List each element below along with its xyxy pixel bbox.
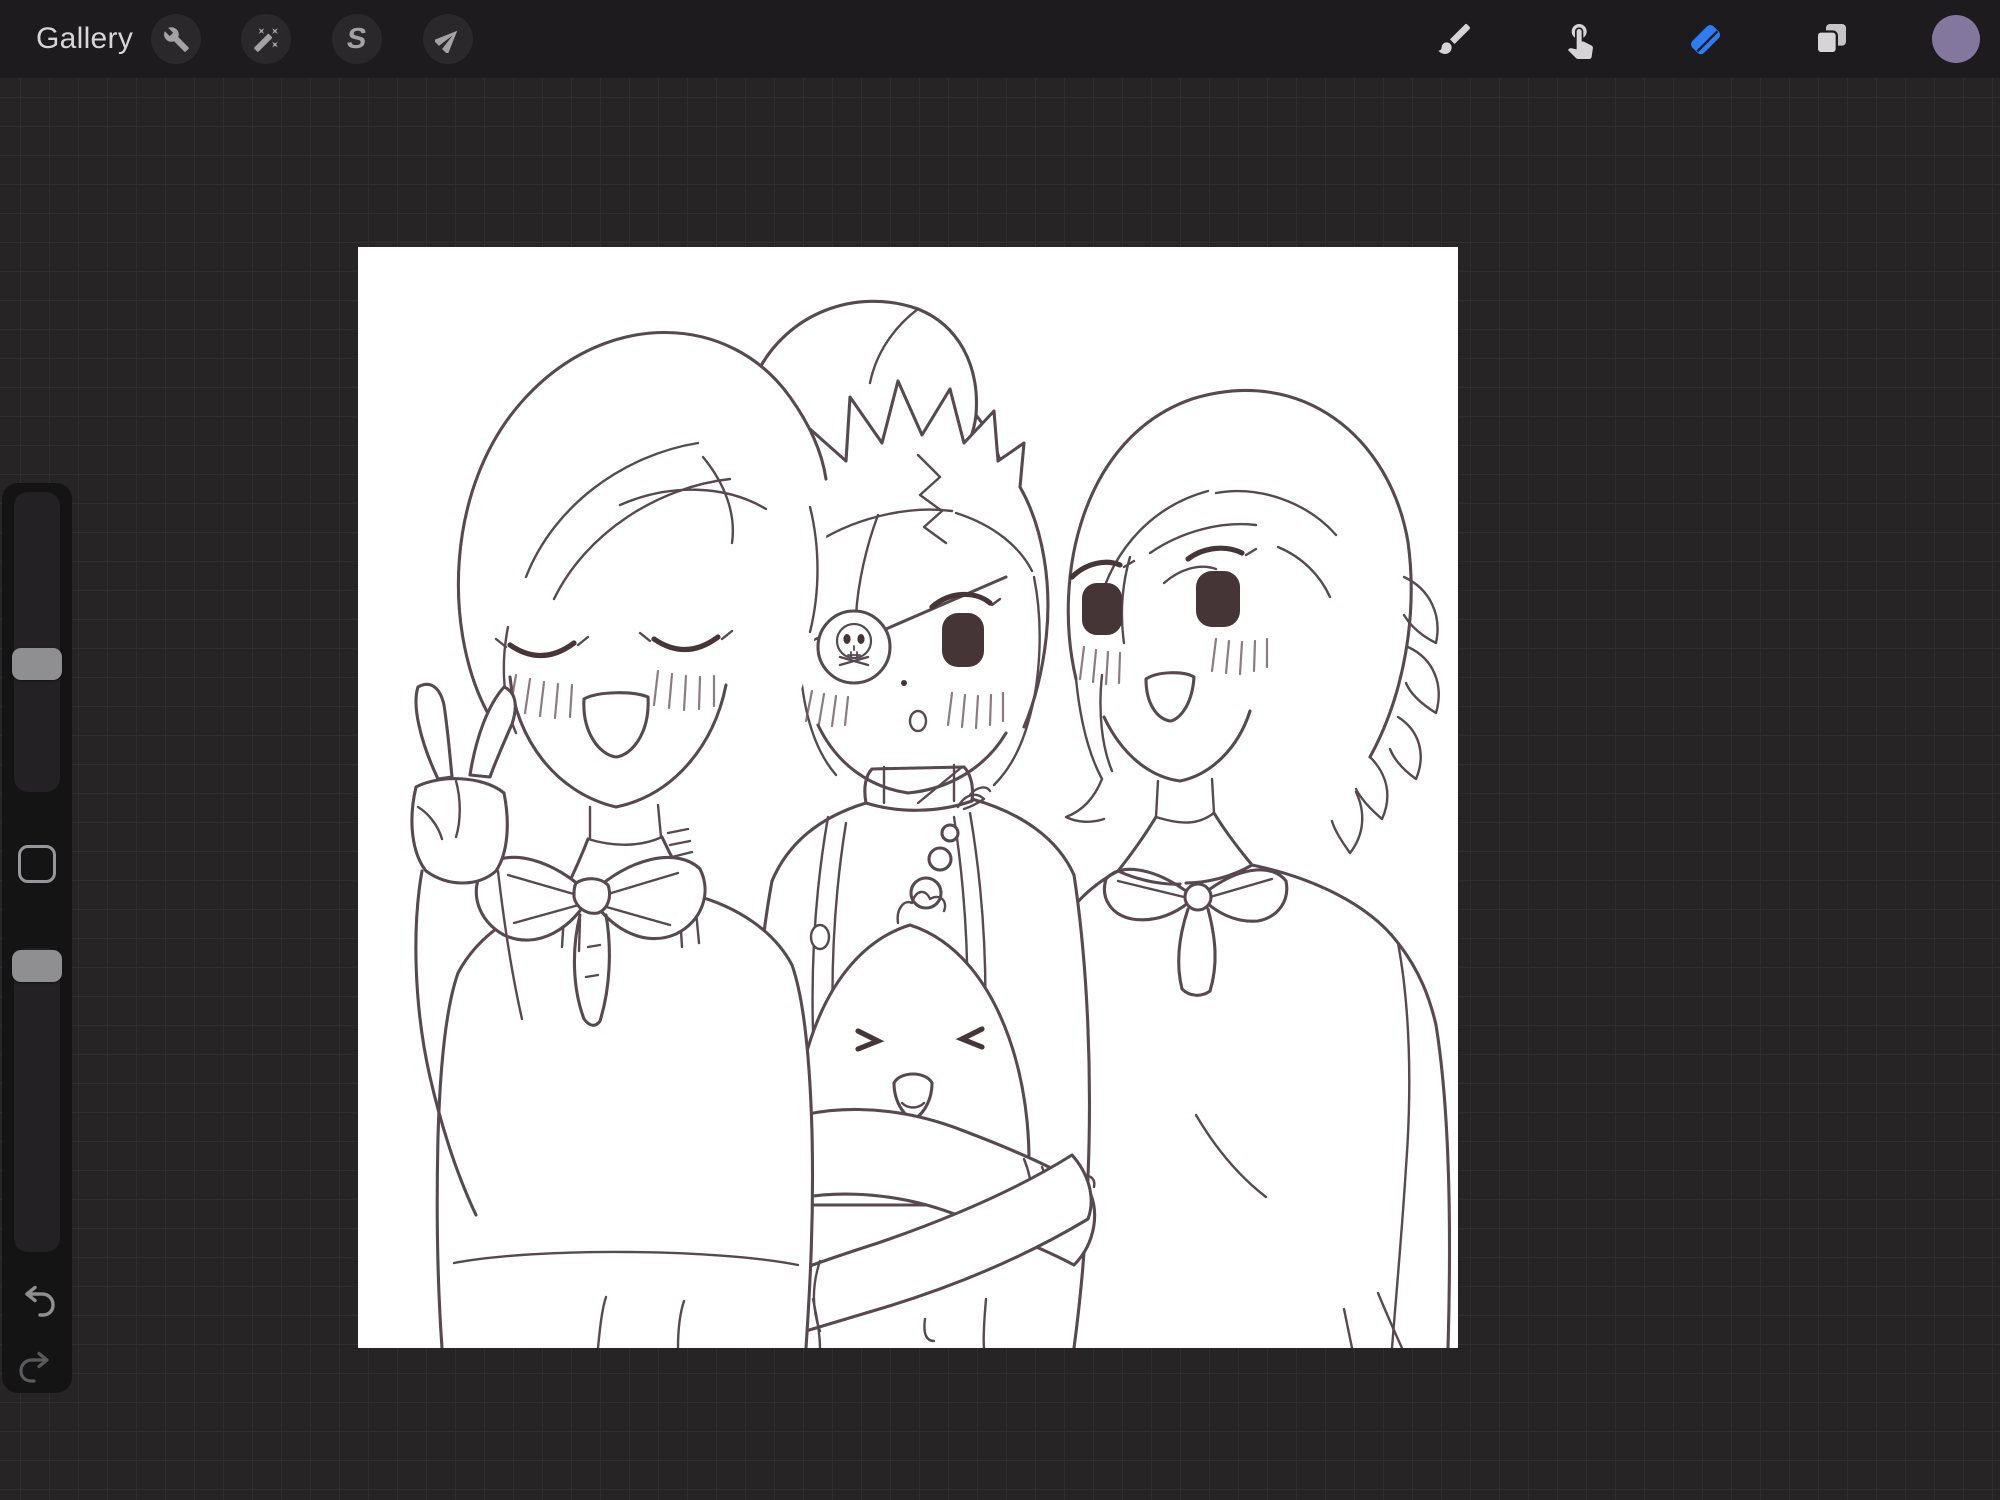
smudge-tool-button[interactable] bbox=[1559, 18, 1601, 60]
redo-icon bbox=[19, 1351, 49, 1383]
eraser-icon bbox=[1691, 25, 1721, 55]
modify-button[interactable] bbox=[18, 845, 56, 883]
left-character bbox=[410, 331, 828, 1348]
undo-icon bbox=[25, 1285, 55, 1317]
brush-size-handle[interactable] bbox=[12, 648, 62, 680]
redo-button[interactable] bbox=[15, 1343, 59, 1387]
procreate-window: Gallery S bbox=[0, 0, 2000, 1500]
finger-icon bbox=[1567, 24, 1593, 59]
transform-button[interactable] bbox=[423, 14, 473, 64]
brush-tool-button[interactable] bbox=[1434, 18, 1476, 60]
brush-opacity-handle[interactable] bbox=[12, 950, 62, 982]
magic-wand-icon bbox=[253, 27, 278, 52]
drawing-canvas[interactable] bbox=[358, 247, 1458, 1348]
brush-sidebar bbox=[2, 483, 72, 1393]
eraser-tool-button[interactable] bbox=[1684, 18, 1726, 60]
brush-opacity-slider[interactable] bbox=[14, 948, 60, 1252]
undo-button[interactable] bbox=[15, 1277, 59, 1321]
brush-size-slider[interactable] bbox=[14, 492, 60, 792]
actions-button[interactable] bbox=[151, 14, 201, 64]
gallery-button[interactable]: Gallery bbox=[36, 0, 133, 78]
layers-tool-button[interactable] bbox=[1810, 18, 1852, 60]
top-toolbar: Gallery S bbox=[0, 0, 2000, 78]
layers-icon bbox=[1815, 24, 1846, 55]
selection-button[interactable]: S bbox=[332, 14, 382, 64]
color-swatch bbox=[1932, 15, 1980, 63]
gallery-label: Gallery bbox=[36, 22, 134, 55]
wrench-icon bbox=[163, 26, 189, 52]
adjustments-button[interactable] bbox=[241, 14, 291, 64]
active-color-button[interactable] bbox=[1931, 14, 1981, 64]
s-ribbon-icon: S bbox=[345, 22, 369, 55]
brush-icon bbox=[1438, 23, 1471, 54]
arrow-cursor-icon bbox=[434, 30, 457, 53]
canvas-artwork bbox=[410, 299, 1456, 1348]
